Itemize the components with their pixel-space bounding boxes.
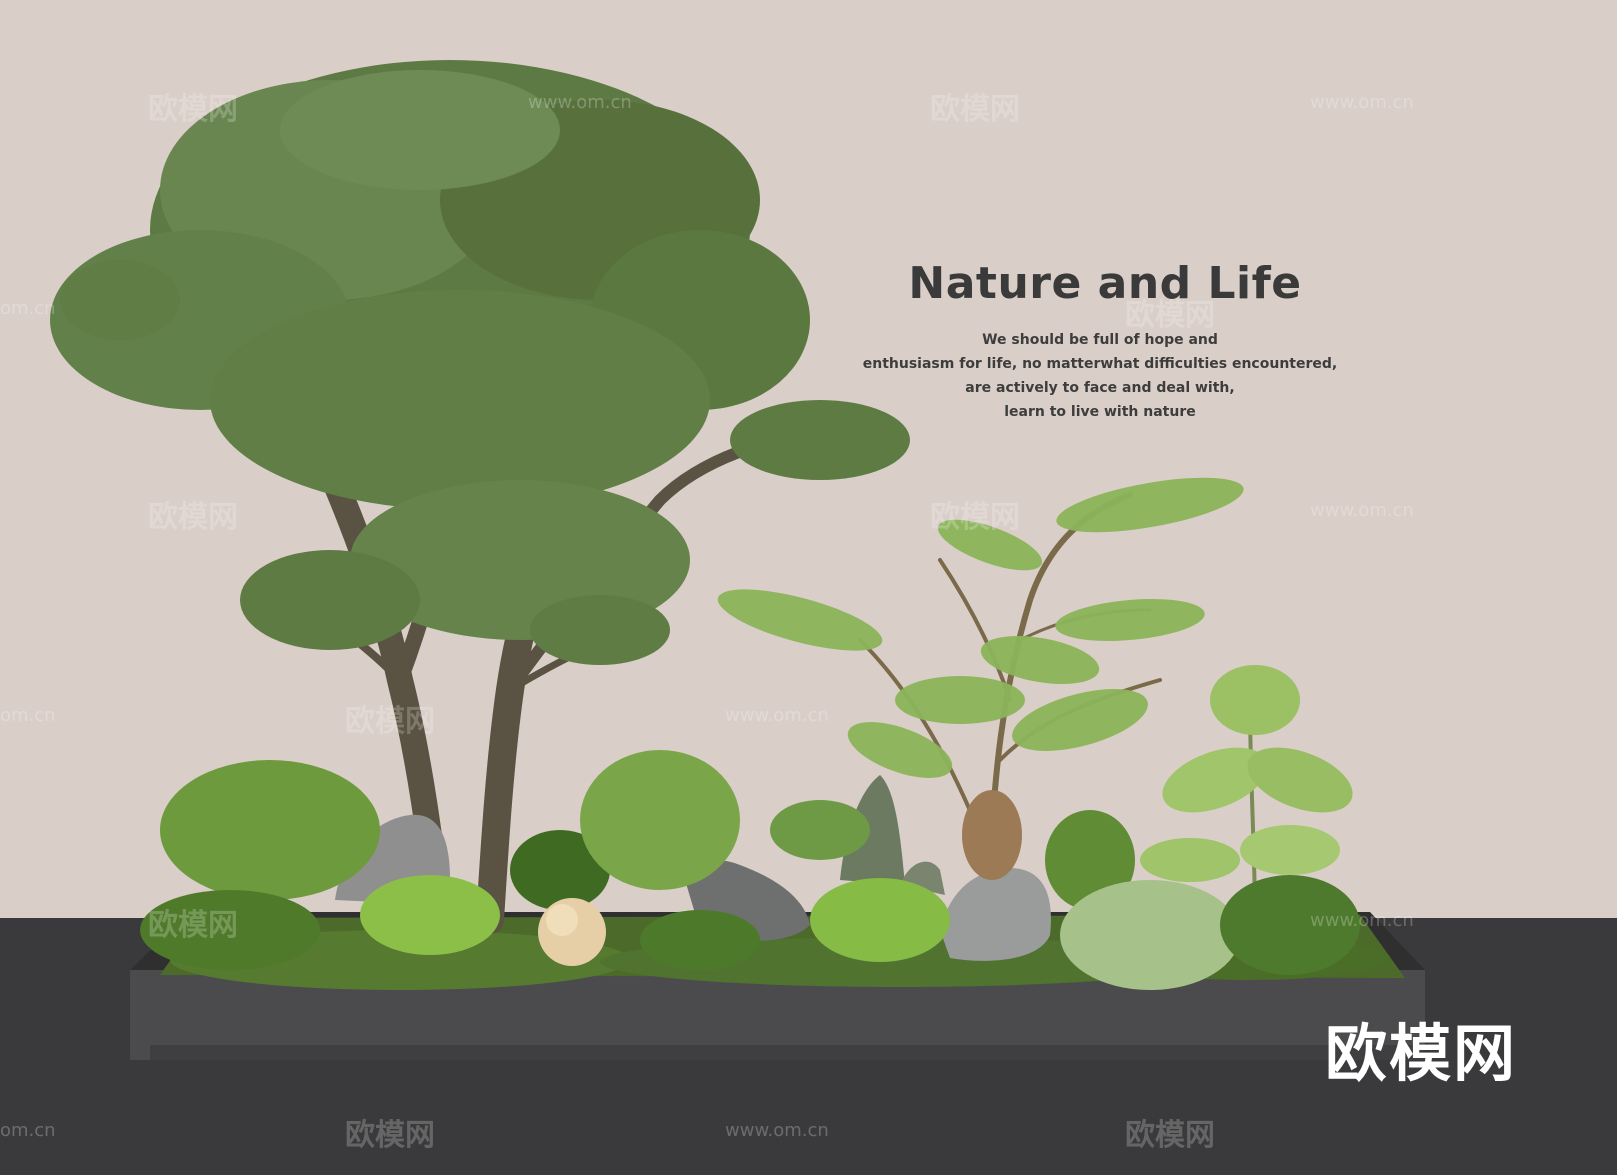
tree-canopy [50,60,910,665]
watermark: www.om.cn [528,92,632,113]
garden-lamp-orb [538,898,606,966]
poster-title: Nature and Life [908,258,1302,309]
watermark: om.cn [0,1120,56,1141]
watermark: www.om.cn [725,705,829,726]
watermark: www.om.cn [1310,500,1414,521]
watermark: 欧模网 [345,1118,435,1153]
poster-line: learn to live with nature [1004,404,1196,420]
watermark: www.om.cn [1310,910,1414,931]
poster-body: We should be full of hope and enthusiasm… [840,328,1360,424]
landscape-scene: 欧模网 www.om.cn 欧模网 www.om.cn om.cn 欧模网 欧模… [0,0,1617,1175]
palm-trunk-base [962,790,1022,880]
poster-line: are actively to face and deal with, [965,380,1235,396]
watermark: 欧模网 [148,908,238,943]
watermark: www.om.cn [1310,92,1414,113]
watermark: 欧模网 [930,500,1020,535]
poster-line: enthusiasm for life, no matterwhat diffi… [862,356,1338,372]
watermark: 欧模网 [1125,1118,1215,1153]
watermark: 欧模网 [345,704,435,739]
watermark: www.om.cn [725,1120,829,1141]
watermark: 欧模网 [148,92,238,127]
watermark: om.cn [0,705,56,726]
watermark: 欧模网 [148,500,238,535]
brand-logo-text: 欧模网 [1325,1017,1518,1090]
watermark: 欧模网 [930,92,1020,127]
poster-line: We should be full of hope and [982,332,1218,348]
watermark: om.cn [0,298,56,319]
palm-plant [1140,665,1353,921]
planter-garden [50,60,1425,1060]
